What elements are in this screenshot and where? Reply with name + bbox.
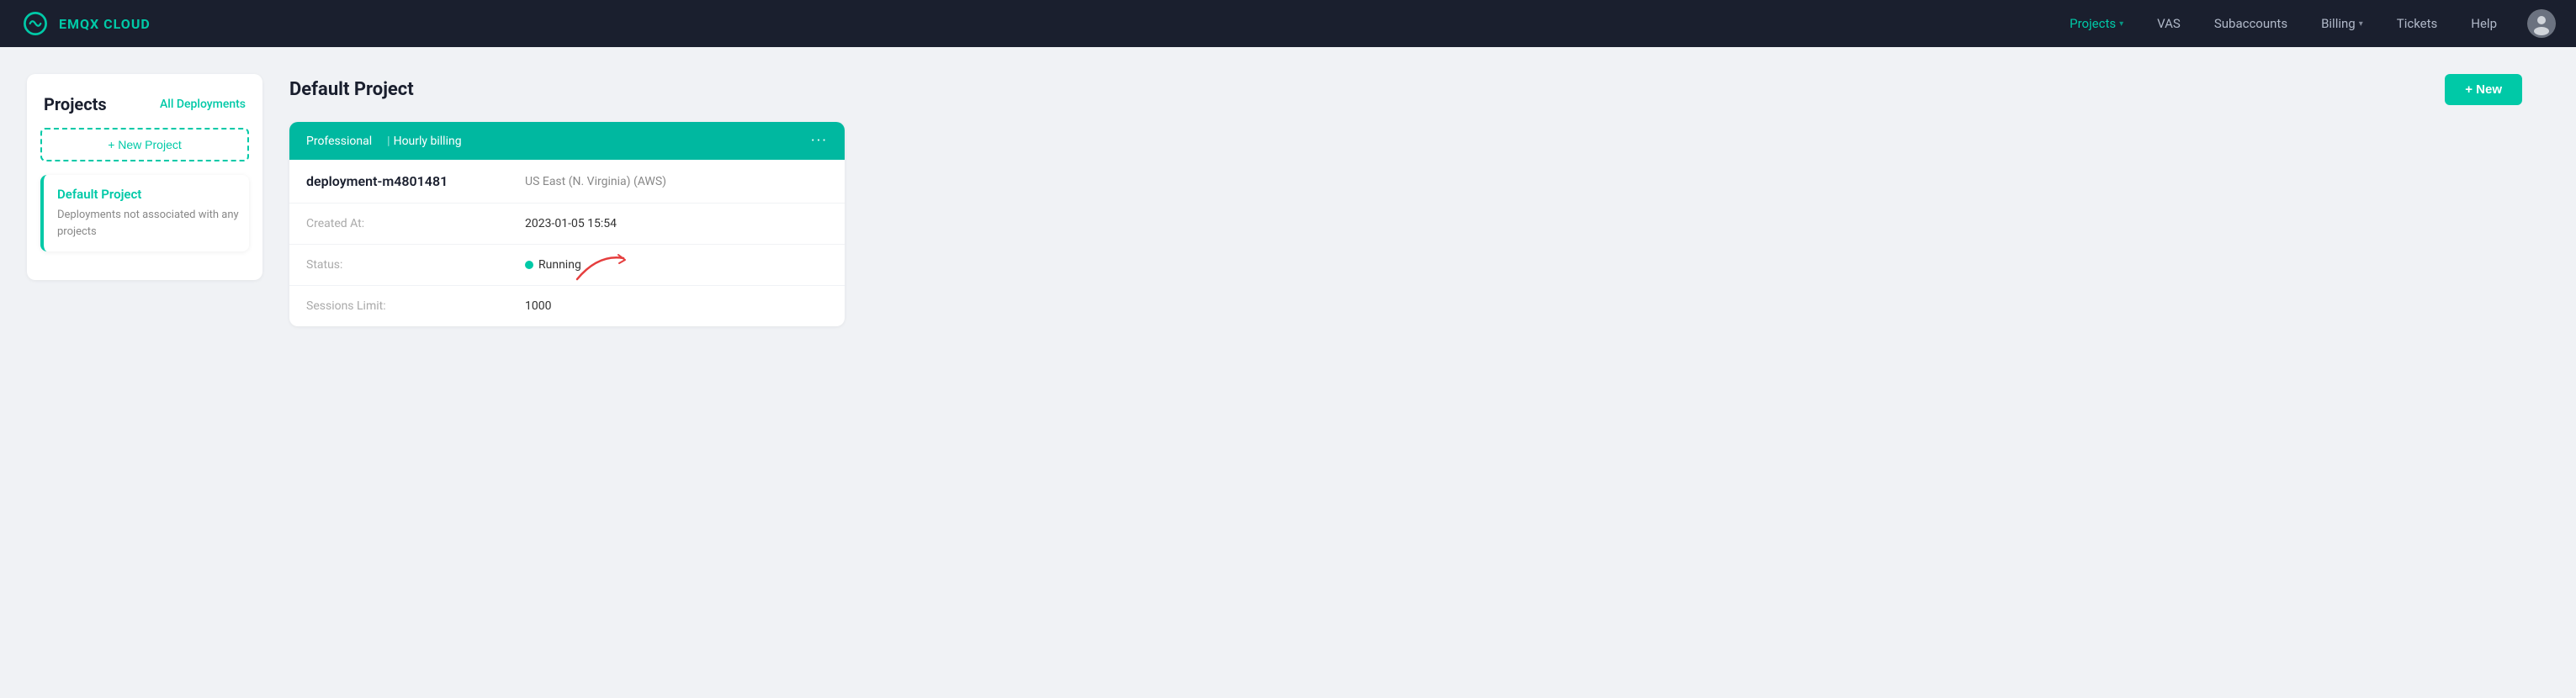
created-at-row: Created At: 2023-01-05 15:54 xyxy=(289,204,845,245)
created-at-value: 2023-01-05 15:54 xyxy=(525,217,617,230)
sessions-value: 1000 xyxy=(525,299,551,313)
card-header: Professional | Hourly billing ··· xyxy=(289,122,845,160)
status-label: Status: xyxy=(306,258,525,272)
plan-tag: Professional xyxy=(306,135,384,148)
main-container: Projects All Deployments + New Project D… xyxy=(0,47,2576,698)
topnav: EMQX CLOUD Projects ▾ VAS Subaccounts Bi… xyxy=(0,0,2576,47)
status-row: Status: Running xyxy=(289,245,845,286)
card-body: deployment-m4801481 US East (N. Virginia… xyxy=(289,160,845,326)
main-content: Default Project + New Professional | Hou… xyxy=(262,74,2549,671)
tag-divider: | xyxy=(387,135,390,148)
deployment-card: Professional | Hourly billing ··· deploy… xyxy=(289,122,845,326)
nav-tickets[interactable]: Tickets xyxy=(2383,11,2451,36)
sessions-row: Sessions Limit: 1000 xyxy=(289,286,845,326)
sidebar-title: Projects xyxy=(44,94,107,114)
project-title: Default Project xyxy=(289,79,414,100)
annotation-arrow xyxy=(573,250,632,283)
sidebar-project-name: Default Project xyxy=(57,187,239,202)
new-deployment-button[interactable]: + New xyxy=(2445,74,2522,105)
user-avatar[interactable] xyxy=(2527,9,2556,38)
content-header: Default Project + New xyxy=(289,74,2522,105)
card-menu-icon[interactable]: ··· xyxy=(811,132,828,150)
billing-tag: Hourly billing xyxy=(394,135,474,148)
nav-help[interactable]: Help xyxy=(2457,11,2510,36)
logo-icon xyxy=(20,8,50,39)
nav-projects[interactable]: Projects ▾ xyxy=(2056,11,2137,36)
all-deployments-link[interactable]: All Deployments xyxy=(160,98,246,111)
logo[interactable]: EMQX CLOUD xyxy=(20,8,151,39)
nav-vas[interactable]: VAS xyxy=(2144,11,2194,36)
deployment-name: deployment-m4801481 xyxy=(306,173,525,189)
new-project-button[interactable]: + New Project xyxy=(40,128,249,161)
logo-text: EMQX CLOUD xyxy=(59,16,151,32)
status-value: Running xyxy=(525,258,581,272)
sessions-label: Sessions Limit: xyxy=(306,299,525,313)
deployment-region: US East (N. Virginia) (AWS) xyxy=(525,175,666,188)
nav-links: Projects ▾ VAS Subaccounts Billing ▾ Tic… xyxy=(2056,9,2556,38)
chevron-down-icon: ▾ xyxy=(2359,19,2363,29)
nav-subaccounts[interactable]: Subaccounts xyxy=(2201,11,2301,36)
card-tags: Professional | Hourly billing xyxy=(306,135,474,148)
sidebar: Projects All Deployments + New Project D… xyxy=(27,74,262,280)
created-at-label: Created At: xyxy=(306,217,525,230)
deployment-name-row: deployment-m4801481 US East (N. Virginia… xyxy=(289,160,845,204)
nav-billing[interactable]: Billing ▾ xyxy=(2308,11,2377,36)
sidebar-project-desc: Deployments not associated with any proj… xyxy=(57,207,239,240)
status-dot-icon xyxy=(525,261,533,269)
sidebar-project-item[interactable]: Default Project Deployments not associat… xyxy=(40,175,249,251)
sidebar-header: Projects All Deployments xyxy=(40,94,249,114)
chevron-down-icon: ▾ xyxy=(2119,19,2123,29)
